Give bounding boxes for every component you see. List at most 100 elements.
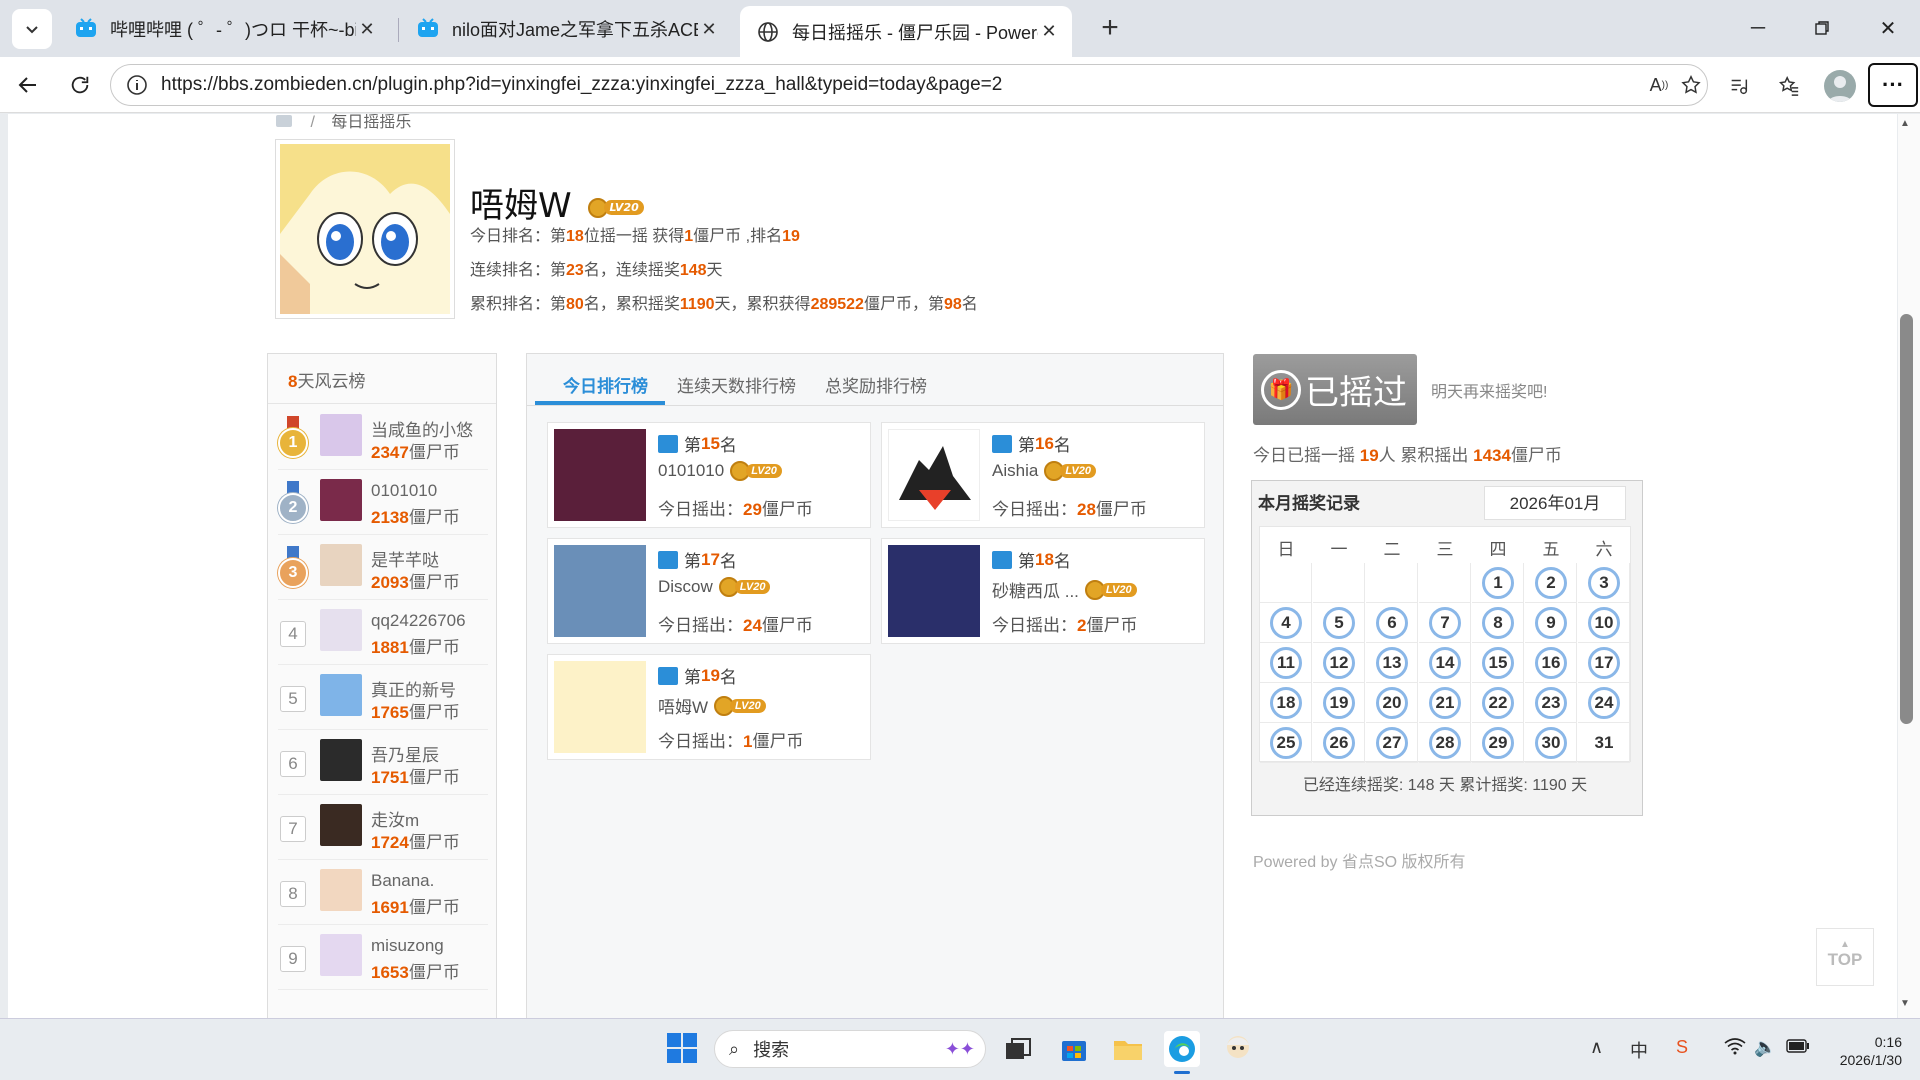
calendar-day[interactable]: 9: [1535, 607, 1567, 639]
minimize-icon[interactable]: ─: [1736, 10, 1780, 46]
scroll-up-icon[interactable]: ▲: [1900, 118, 1910, 129]
anime-app-icon[interactable]: [1220, 1031, 1256, 1067]
more-icon[interactable]: ···: [1868, 63, 1918, 107]
address-bar[interactable]: https://bbs.zombieden.cn/plugin.php?id=y…: [110, 64, 1708, 106]
rank-row[interactable]: 3 是芊芊哒 2093僵尸币: [278, 536, 488, 600]
calendar-day[interactable]: 18: [1270, 687, 1302, 719]
task-view-icon[interactable]: [1000, 1031, 1036, 1067]
calendar-day[interactable]: 27: [1376, 727, 1408, 759]
avatar[interactable]: [554, 661, 646, 753]
scroll-down-icon[interactable]: ▼: [1900, 998, 1910, 1009]
breadcrumb-current[interactable]: 每日摇摇乐: [331, 114, 411, 131]
calendar-day[interactable]: 19: [1323, 687, 1355, 719]
scrollbar-thumb[interactable]: [1900, 314, 1913, 724]
rank-row[interactable]: 8 Banana. 1691僵尸币: [278, 861, 488, 925]
window-close-icon[interactable]: ✕: [1866, 10, 1910, 46]
avatar[interactable]: [320, 609, 362, 651]
home-icon[interactable]: [276, 115, 292, 127]
avatar[interactable]: [554, 545, 646, 637]
wifi-icon[interactable]: [1724, 1037, 1746, 1060]
calendar-day[interactable]: 25: [1270, 727, 1302, 759]
avatar[interactable]: [554, 429, 646, 521]
system-clock[interactable]: 0:16 2026/1/30: [1816, 1033, 1902, 1069]
rank-row[interactable]: 6 吾乃星辰 1751僵尸币: [278, 731, 488, 795]
calendar-day[interactable]: 10: [1588, 607, 1620, 639]
media-control-icon[interactable]: [1722, 69, 1756, 103]
avatar[interactable]: [320, 869, 362, 911]
card-user-name[interactable]: 砂糖西瓜 ... LV20: [992, 577, 1137, 602]
avatar[interactable]: [888, 429, 980, 521]
user-avatar[interactable]: [275, 139, 455, 319]
read-aloud-icon[interactable]: A)): [1643, 75, 1675, 96]
chevron-up-icon[interactable]: ∧: [1590, 1037, 1603, 1058]
avatar[interactable]: [320, 544, 362, 586]
ranking-card[interactable]: 第 16 名 Aishia LV20 今日摇出：28僵尸币: [881, 422, 1205, 528]
calendar-day[interactable]: 30: [1535, 727, 1567, 759]
calendar-day[interactable]: 17: [1588, 647, 1620, 679]
calendar-day[interactable]: 8: [1482, 607, 1514, 639]
antivirus-tray-icon[interactable]: S: [1676, 1037, 1688, 1058]
close-icon[interactable]: ✕: [356, 19, 378, 40]
rank-user-name[interactable]: 0101010: [371, 481, 437, 501]
tab-total-reward-ranking[interactable]: 总奖励排行榜: [825, 372, 927, 397]
calendar-day[interactable]: 23: [1535, 687, 1567, 719]
ranking-card[interactable]: 第 19 名唔姆W LV20 今日摇出：1僵尸币: [547, 654, 871, 760]
plus-icon[interactable]: +: [1094, 11, 1126, 44]
url-text[interactable]: https://bbs.zombieden.cn/plugin.php?id=y…: [161, 74, 1643, 96]
rank-user-name[interactable]: misuzong: [371, 936, 444, 956]
card-user-name[interactable]: 唔姆W LV20: [658, 693, 766, 718]
store-icon[interactable]: [1056, 1031, 1092, 1067]
calendar-day[interactable]: 14: [1429, 647, 1461, 679]
rank-user-name[interactable]: Banana.: [371, 871, 434, 891]
ranking-card[interactable]: 第 15 名 0101010 LV20 今日摇出：29僵尸币: [547, 422, 871, 528]
calendar-day[interactable]: 15: [1482, 647, 1514, 679]
calendar-day[interactable]: 4: [1270, 607, 1302, 639]
avatar[interactable]: [320, 934, 362, 976]
tab-streak-ranking[interactable]: 连续天数排行榜: [677, 372, 796, 397]
taskbar-search-box[interactable]: ⌕ 搜索 ✦✦: [714, 1030, 986, 1068]
avatar[interactable]: [888, 545, 980, 637]
edge-browser-icon[interactable]: [1164, 1031, 1200, 1074]
file-explorer-icon[interactable]: [1110, 1031, 1146, 1067]
avatar[interactable]: [320, 739, 362, 781]
calendar-day[interactable]: 5: [1323, 607, 1355, 639]
shake-button[interactable]: 🎁 已摇过: [1253, 354, 1417, 425]
ranking-card[interactable]: 第 17 名 Discow LV20 今日摇出：24僵尸币: [547, 538, 871, 644]
calendar-day[interactable]: 6: [1376, 607, 1408, 639]
volume-icon[interactable]: 🔈: [1754, 1037, 1776, 1058]
windows-start-icon[interactable]: [666, 1032, 702, 1068]
card-user-name[interactable]: 0101010 LV20: [658, 461, 782, 481]
rank-row[interactable]: 1 当咸鱼的小悠 2347僵尸币: [278, 406, 488, 470]
battery-icon[interactable]: [1786, 1037, 1810, 1058]
rank-row[interactable]: 7 走汝m 1724僵尸币: [278, 796, 488, 860]
tab-daily-shake[interactable]: 每日摇摇乐 - 僵尸乐园 - Powered by ✕: [740, 6, 1072, 57]
ranking-card[interactable]: 第 18 名砂糖西瓜 ... LV20 今日摇出：2僵尸币: [881, 538, 1205, 644]
star-icon[interactable]: [1675, 74, 1707, 96]
rank-row[interactable]: 5 真正的新号 1765僵尸币: [278, 666, 488, 730]
calendar-day[interactable]: 12: [1323, 647, 1355, 679]
back-arrow-icon[interactable]: [10, 67, 46, 103]
info-icon[interactable]: [125, 73, 149, 97]
calendar-day[interactable]: 24: [1588, 687, 1620, 719]
avatar[interactable]: [320, 414, 362, 456]
calendar-day[interactable]: 21: [1429, 687, 1461, 719]
rank-row[interactable]: 4 qq24226706 1881僵尸币: [278, 601, 488, 665]
calendar-day[interactable]: 1: [1482, 567, 1514, 599]
profile-avatar[interactable]: [1824, 70, 1856, 102]
avatar[interactable]: [320, 674, 362, 716]
calendar-day[interactable]: 7: [1429, 607, 1461, 639]
restore-icon[interactable]: [1800, 10, 1844, 46]
reload-icon[interactable]: [62, 67, 98, 103]
calendar-day[interactable]: 3: [1588, 567, 1620, 599]
tab-nilo-video[interactable]: nilo面对Jame之军拿下五杀ACE! 最 ✕: [400, 8, 732, 50]
rank-row[interactable]: 2 0101010 2138僵尸币: [278, 471, 488, 535]
favorites-icon[interactable]: [1772, 69, 1806, 103]
calendar-day[interactable]: 20: [1376, 687, 1408, 719]
rank-row[interactable]: 9 misuzong 1653僵尸币: [278, 926, 488, 990]
card-user-name[interactable]: Aishia LV20: [992, 461, 1096, 481]
calendar-day[interactable]: 13: [1376, 647, 1408, 679]
calendar-day[interactable]: 29: [1482, 727, 1514, 759]
close-icon[interactable]: ✕: [698, 19, 720, 40]
calendar-day[interactable]: 11: [1270, 647, 1302, 679]
tab-bilibili[interactable]: 哔哩哔哩 ( ゜- ゜)つロ 干杯~-bilibili ✕: [58, 8, 390, 50]
